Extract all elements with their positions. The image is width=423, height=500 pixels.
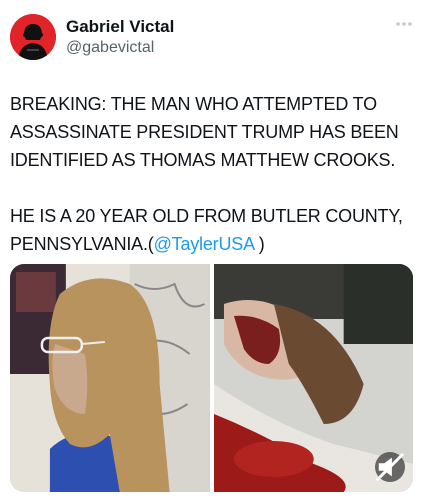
mention-link[interactable]: @TaylerUSA <box>154 234 255 254</box>
post-card: Gabriel Victal @gabevictal BREAKING: THE… <box>0 0 423 500</box>
author-display-name[interactable]: Gabriel Victal <box>66 16 174 37</box>
photo-portrait <box>10 264 210 492</box>
author-info: Gabriel Victal @gabevictal <box>66 16 174 58</box>
avatar[interactable] <box>10 14 56 60</box>
media-grid <box>10 264 413 492</box>
mute-button[interactable] <box>375 452 405 482</box>
paragraph-2-suffix: ) <box>253 234 265 254</box>
media-image-right[interactable] <box>213 264 413 492</box>
avatar-icon <box>10 14 56 60</box>
media-image-left[interactable] <box>10 264 210 492</box>
volume-muted-icon <box>375 452 405 482</box>
author-handle[interactable]: @gabevictal <box>66 37 174 58</box>
post-paragraph-1: BREAKING: THE MAN WHO ATTEMPTED TO ASSAS… <box>10 94 399 170</box>
more-horizontal-icon[interactable] <box>395 20 413 28</box>
post-text: BREAKING: THE MAN WHO ATTEMPTED TO ASSAS… <box>10 90 415 258</box>
post-header: Gabriel Victal @gabevictal <box>10 14 413 64</box>
post-paragraph-2: HE IS A 20 YEAR OLD FROM BUTLER COUNTY, … <box>10 202 415 258</box>
